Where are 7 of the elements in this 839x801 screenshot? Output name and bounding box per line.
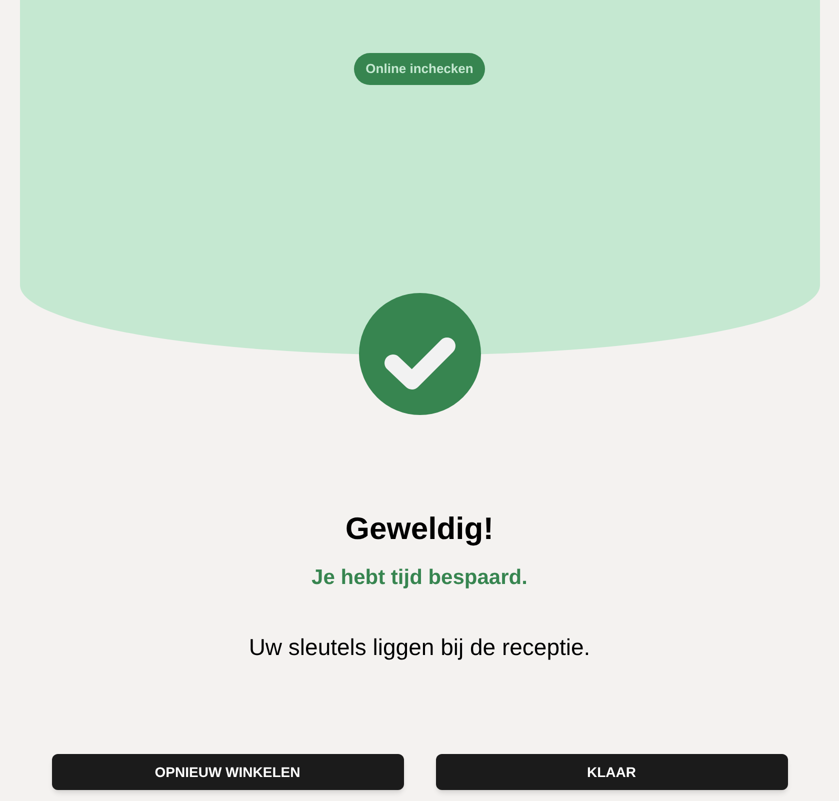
action-button[interactable]: OPNIEUW WINKELEN (52, 754, 404, 790)
status-badge: Online inchecken (354, 53, 486, 85)
checkmark-icon (358, 293, 480, 415)
success-title: Geweldig! (345, 513, 494, 544)
info-message: Uw sleutels liggen bij de receptie. (248, 636, 590, 659)
success-subtitle: Je hebt tijd bespaard. (312, 567, 528, 588)
action-button[interactable]: KLAAR (436, 754, 788, 790)
